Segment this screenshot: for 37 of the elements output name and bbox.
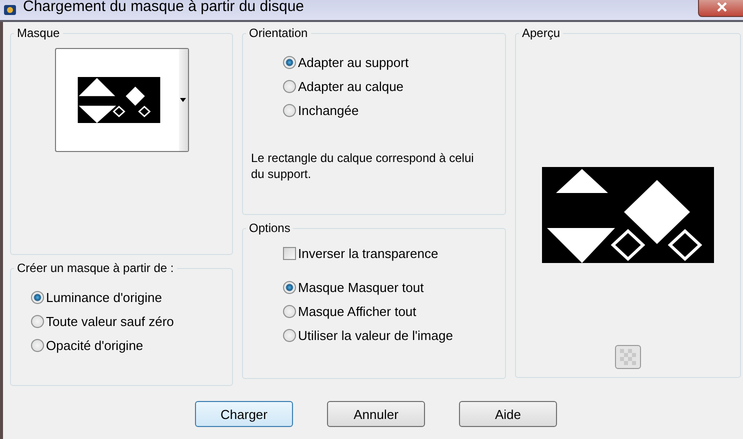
close-icon (715, 2, 729, 12)
radio-label[interactable]: Luminance d'origine (46, 290, 162, 304)
radio-label[interactable]: Masque Masquer tout (298, 280, 424, 294)
dialog-button[interactable]: Aide (459, 401, 557, 427)
transparency-button[interactable] (615, 345, 641, 369)
radio-label[interactable]: Masque Afficher tout (298, 304, 416, 318)
radio-label[interactable]: Utiliser la valeur de l'image (298, 328, 453, 342)
radio-label[interactable]: Inchangée (298, 102, 359, 118)
group-title: Orientation (248, 26, 309, 40)
radio-label[interactable]: Adapter au calque (298, 78, 404, 94)
dialog-button[interactable]: Charger (195, 401, 293, 427)
checkerboard-icon (620, 349, 636, 365)
mask-dropdown[interactable] (54, 48, 188, 152)
radio-button[interactable] (283, 104, 296, 116)
group-title: Options (248, 221, 292, 235)
checkbox-label[interactable]: Inverser la transparence (298, 246, 438, 260)
group-title: Aperçu (521, 26, 562, 40)
radio-button[interactable] (283, 80, 296, 92)
group-title: Masque (16, 26, 61, 40)
radio-button[interactable] (283, 56, 296, 68)
caret-icon (180, 98, 186, 102)
radio-button[interactable] (31, 290, 44, 304)
radio-button[interactable] (31, 338, 44, 352)
radio-button[interactable] (283, 280, 296, 294)
radio-label[interactable]: Adapter au support (298, 54, 409, 70)
radio-button[interactable] (283, 304, 296, 318)
checkbox[interactable] (283, 246, 296, 260)
radio-label[interactable]: Toute valeur sauf zéro (46, 314, 174, 328)
dialog-button[interactable]: Annuler (327, 401, 425, 427)
radio-button[interactable] (31, 314, 44, 328)
radio-label[interactable]: Opacité d'origine (46, 338, 144, 352)
window-title: Chargement du masque à partir du disque (23, 0, 304, 15)
note-text: Le rectangle du calque correspond à celui du support. (251, 150, 475, 182)
radio-button[interactable] (283, 328, 296, 342)
group-title: Créer un masque à partir de : (16, 261, 175, 275)
close-button[interactable] (698, 0, 743, 17)
app-icon (3, 3, 17, 17)
